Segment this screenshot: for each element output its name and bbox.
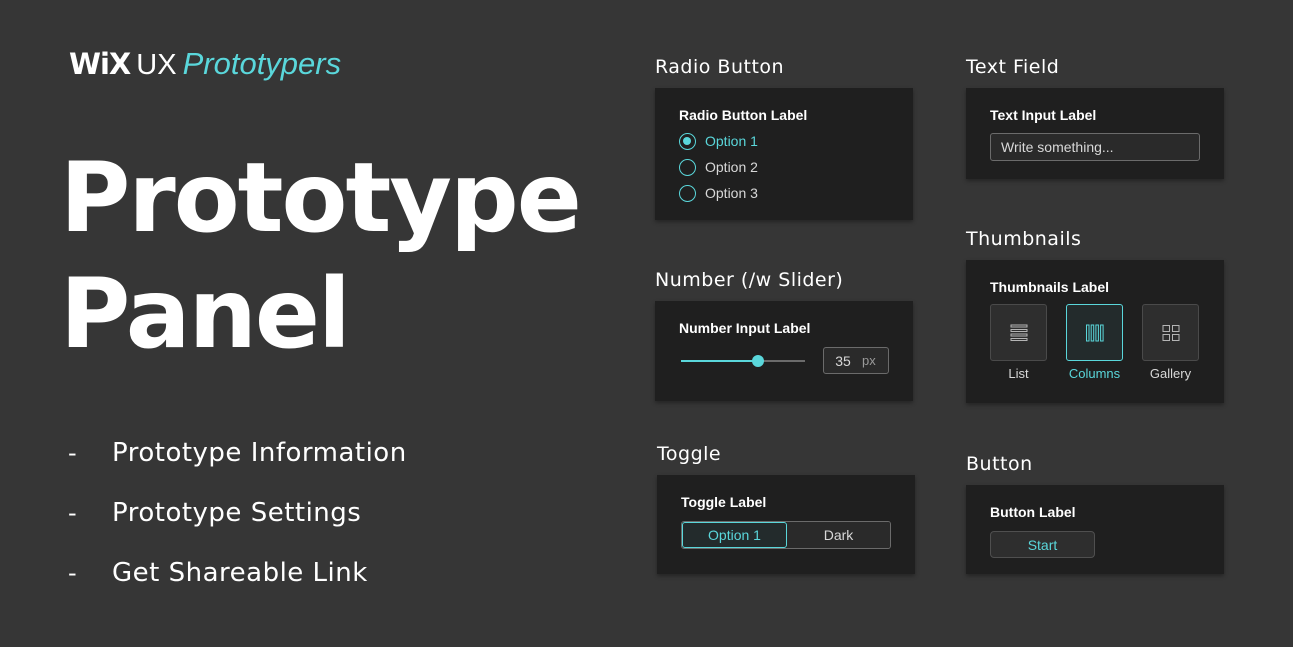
button-panel: Button Label Start	[966, 485, 1224, 574]
brand-wix: WiX	[69, 47, 131, 81]
number-section-heading: Number (/w Slider)	[655, 269, 844, 291]
thumbnail-caption: Gallery	[1149, 366, 1192, 381]
button-section-heading: Button	[966, 453, 1033, 475]
radio-option-3[interactable]: Option 3	[679, 180, 889, 206]
page-title: Prototype Panel	[60, 140, 582, 372]
radio-option-1[interactable]: Option 1	[679, 128, 889, 154]
slider-thumb[interactable]	[751, 354, 764, 367]
number-slider-row: 35 px	[679, 347, 889, 374]
gallery-icon	[1162, 324, 1179, 341]
radio-option-label: Option 3	[705, 185, 758, 201]
radio-unselected-icon	[679, 158, 696, 176]
radio-option-label: Option 1	[705, 133, 758, 149]
radio-group-label: Radio Button Label	[679, 107, 808, 123]
slider-fill	[681, 359, 758, 362]
toggle-group: Option 1 Dark	[681, 521, 891, 549]
number-input-label: Number Input Label	[679, 320, 811, 336]
list-item-text: Prototype Settings	[112, 498, 362, 528]
text-input[interactable]	[990, 133, 1200, 161]
thumbnail-list[interactable]: List	[990, 304, 1047, 381]
thumbnails-section-heading: Thumbnails	[966, 228, 1082, 250]
toggle-option-1[interactable]: Option 1	[682, 522, 787, 548]
radio-section-heading: Radio Button	[655, 56, 785, 78]
radio-option-label: Option 2	[705, 159, 758, 175]
thumbnail-columns[interactable]: Columns	[1066, 304, 1123, 381]
radio-selected-icon	[679, 132, 696, 150]
thumbnails-label: Thumbnails Label	[990, 279, 1110, 295]
page-title-line2: Panel	[60, 258, 351, 370]
radio-option-2[interactable]: Option 2	[679, 154, 889, 180]
button-label: Button Label	[990, 504, 1076, 520]
thumbnail-box	[1142, 304, 1199, 361]
text-input-label: Text Input Label	[990, 107, 1097, 123]
thumbnail-gallery[interactable]: Gallery	[1142, 304, 1199, 381]
list-icon	[1010, 324, 1027, 341]
start-button[interactable]: Start	[990, 531, 1095, 558]
radio-panel: Radio Button Label Option 1 Option 2 Opt…	[655, 88, 913, 220]
list-item: - Get Shareable Link	[68, 543, 407, 603]
list-item: - Prototype Information	[68, 423, 407, 483]
number-slider[interactable]	[681, 354, 805, 368]
feature-list: - Prototype Information - Prototype Settin…	[68, 423, 407, 603]
brand-ux: UX	[136, 49, 177, 81]
number-input-value: 35	[835, 352, 851, 369]
toggle-section-heading: Toggle	[657, 443, 722, 465]
thumbnail-box	[1066, 304, 1123, 361]
radio-unselected-icon	[679, 184, 696, 202]
radio-group: Option 1 Option 2 Option 3	[679, 128, 889, 206]
thumbnail-caption: List	[1008, 366, 1029, 381]
toggle-panel: Toggle Label Option 1 Dark	[657, 475, 915, 574]
thumbnail-box	[990, 304, 1047, 361]
thumbnails-panel: Thumbnails Label List Columns Gallery	[966, 260, 1224, 403]
brand-logo: WiX UX Prototypers	[69, 46, 341, 82]
brand-prototypers: Prototypers	[182, 46, 342, 81]
page-title-line1: Prototype	[60, 142, 582, 254]
textfield-section-heading: Text Field	[966, 56, 1060, 78]
bullet-dash: -	[68, 559, 78, 587]
bullet-dash: -	[68, 439, 78, 467]
number-input-unit: px	[862, 353, 876, 368]
list-item-text: Get Shareable Link	[112, 558, 368, 588]
toggle-option-dark[interactable]: Dark	[787, 522, 890, 548]
list-item-text: Prototype Information	[112, 438, 407, 468]
list-item: - Prototype Settings	[68, 483, 407, 543]
number-panel: Number Input Label 35 px	[655, 301, 913, 401]
toggle-label: Toggle Label	[681, 494, 767, 510]
thumbnail-caption: Columns	[1068, 366, 1121, 381]
bullet-dash: -	[68, 499, 78, 527]
columns-icon	[1085, 324, 1104, 341]
number-input[interactable]: 35 px	[823, 347, 889, 374]
textfield-panel: Text Input Label	[966, 88, 1224, 179]
thumbnails-group: List Columns Gallery	[990, 304, 1200, 381]
